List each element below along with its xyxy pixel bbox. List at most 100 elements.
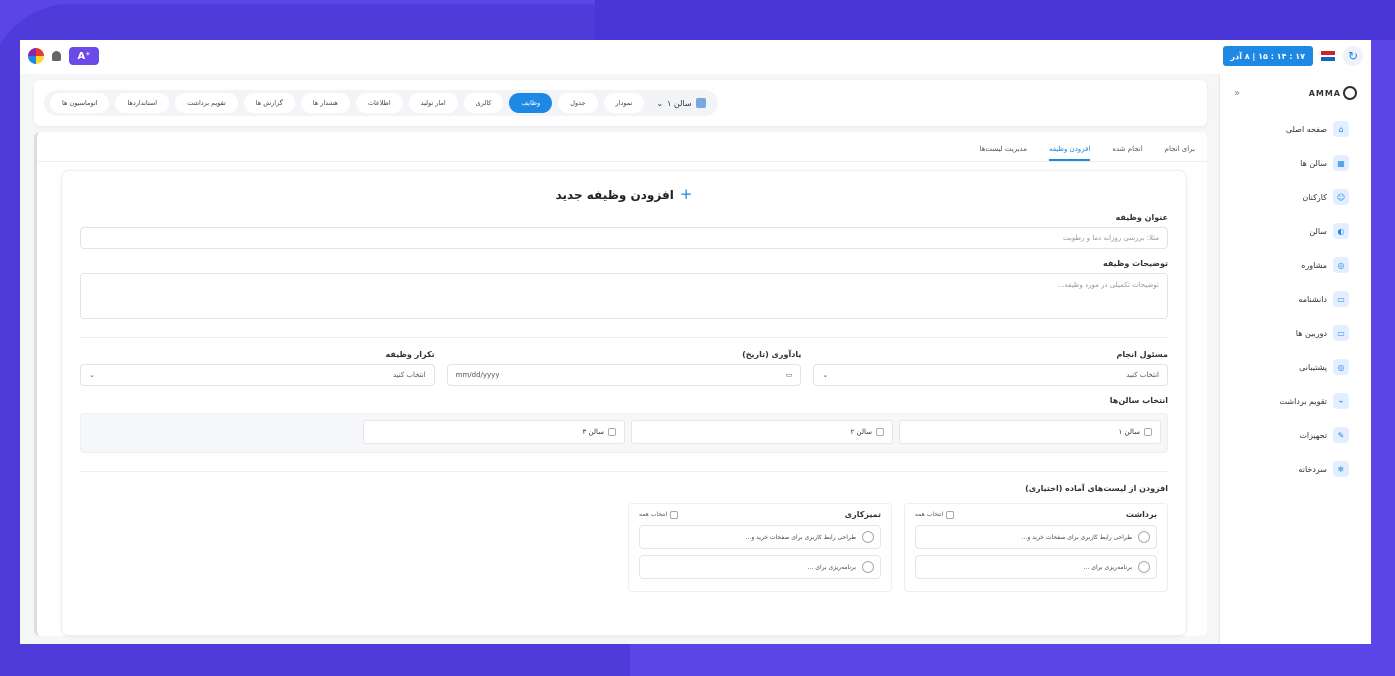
plus-icon: + bbox=[679, 185, 693, 203]
radio-icon[interactable] bbox=[1138, 531, 1150, 543]
list-item[interactable]: طراحی رابط کاربری برای صفحات خرید و... bbox=[639, 525, 881, 549]
nav-tasks[interactable]: وظایف bbox=[509, 93, 553, 113]
preset-list-harvest: برداشت انتخاب همه طراحی رابط کاربری برای… bbox=[904, 503, 1168, 592]
top-bar-left: A⁺ bbox=[28, 47, 99, 65]
list-item-text: برنامه‌ریزی برای ... bbox=[1083, 563, 1132, 571]
camera-icon: ▭ bbox=[1333, 325, 1349, 341]
tab-add-task[interactable]: افزودن وظیفه bbox=[1048, 145, 1091, 161]
brand-logo: AMMA bbox=[1309, 86, 1357, 100]
divider bbox=[80, 337, 1168, 338]
checkbox-icon[interactable] bbox=[946, 510, 955, 519]
sidebar-item-label: مشاوره bbox=[1301, 260, 1327, 270]
responsible-value: انتخاب کنید bbox=[1126, 371, 1159, 379]
checkbox-icon[interactable] bbox=[876, 428, 884, 436]
list-item[interactable]: برنامه‌ریزی برای ... bbox=[915, 555, 1157, 579]
hall-selector[interactable]: سالن ۱ ⌄ bbox=[650, 98, 711, 108]
sidebar-item-knowledge[interactable]: ▭ دانشنامه bbox=[1220, 282, 1371, 316]
list-item[interactable]: برنامه‌ریزی برای ... bbox=[639, 555, 881, 579]
top-bar: A⁺ ۱۷ : ۱۴ : ۱۵ | ۸ آذر ↻ bbox=[20, 40, 1371, 74]
nav-information[interactable]: اطلاعات bbox=[355, 93, 403, 113]
checkbox-icon[interactable] bbox=[1144, 428, 1152, 436]
list-item[interactable]: طراحی رابط کاربری برای صفحات خرید و... bbox=[915, 525, 1157, 549]
radio-icon[interactable] bbox=[1138, 561, 1150, 573]
chevron-down-icon: ⌄ bbox=[88, 371, 95, 379]
sidebar-item-support[interactable]: ◎ پشتیبانی bbox=[1220, 350, 1371, 384]
responsible-field: مسئول انجام انتخاب کنید ⌄ bbox=[813, 350, 1168, 386]
hall-checkbox-3[interactable]: سالن ۳ bbox=[363, 420, 625, 444]
refresh-icon[interactable]: ↻ bbox=[1343, 46, 1363, 66]
nav-automations[interactable]: اتوماسیون ها bbox=[50, 93, 110, 113]
sidebar: AMMA « ⌂ صفحه اصلی ▦ سالن ها ☺ کارکنان ◐ سال… bbox=[1219, 74, 1371, 644]
sidebar-item-staff[interactable]: ☺ کارکنان bbox=[1220, 180, 1371, 214]
sidebar-item-hall[interactable]: ◐ سالن bbox=[1220, 214, 1371, 248]
calendar-icon[interactable]: ▭ bbox=[786, 371, 793, 379]
nav-production-stats[interactable]: امار تولید bbox=[408, 93, 458, 113]
sidebar-item-label: سالن ها bbox=[1300, 158, 1327, 168]
sidebar-item-cameras[interactable]: ▭ دوربین ها bbox=[1220, 316, 1371, 350]
nav-standards[interactable]: استانداردها bbox=[115, 93, 170, 113]
nav-calorie[interactable]: کالری bbox=[463, 93, 504, 113]
chart-pie-icon: ◐ bbox=[1333, 223, 1349, 239]
date-time-display: ۱۷ : ۱۴ : ۱۵ | ۸ آذر bbox=[1222, 46, 1313, 66]
task-description-textarea[interactable]: توضیحات تکمیلی در مورد وظیفه... bbox=[80, 273, 1168, 319]
language-flag-icon[interactable] bbox=[1321, 51, 1335, 61]
nav-chart[interactable]: نمودار bbox=[603, 93, 645, 113]
form-title: + افزودن وظیفه جدید bbox=[80, 185, 1168, 203]
nav-table[interactable]: جدول bbox=[558, 93, 598, 113]
reminder-date-input[interactable]: mm/dd/yyyy ▭ bbox=[446, 364, 802, 386]
form-title-text: افزودن وظیفه جدید bbox=[555, 188, 674, 202]
tab-done[interactable]: انجام شده bbox=[1112, 145, 1142, 161]
sidebar-item-label: دانشنامه bbox=[1298, 294, 1327, 304]
checkbox-icon[interactable] bbox=[608, 428, 616, 436]
repeat-value: انتخاب کنید bbox=[392, 371, 426, 379]
hall-checkbox-2[interactable]: سالن ۲ bbox=[631, 420, 893, 444]
radio-icon[interactable] bbox=[862, 561, 874, 573]
hall-checkbox-1[interactable]: سالن ۱ bbox=[899, 420, 1161, 444]
responsible-select[interactable]: انتخاب کنید ⌄ bbox=[813, 364, 1168, 386]
sidebar-item-label: کارکنان bbox=[1302, 192, 1327, 202]
checkbox-icon[interactable] bbox=[670, 510, 679, 519]
add-task-form: + افزودن وظیفه جدید عنوان وظیفه مثلا: برر… bbox=[61, 170, 1187, 636]
halls-label: انتخاب سالن‌ها bbox=[1109, 396, 1168, 405]
nav-harvest-calendar[interactable]: تقویم برداشت bbox=[175, 93, 238, 113]
radio-icon[interactable] bbox=[862, 531, 874, 543]
hall-selector-value: سالن ۱ bbox=[667, 98, 692, 108]
sidebar-item-label: دوربین ها bbox=[1295, 328, 1327, 338]
bell-icon[interactable] bbox=[52, 51, 61, 61]
preset-lists-label: افزودن از لیست‌های آماده (اختیاری) bbox=[1025, 484, 1168, 493]
sidebar-item-halls[interactable]: ▦ سالن ها bbox=[1220, 146, 1371, 180]
module-nav-group: سالن ۱ ⌄ نمودار جدول وظایف کالری امار تو… bbox=[44, 90, 718, 116]
sidebar-header: AMMA « bbox=[1220, 74, 1371, 112]
consulting-icon: ◎ bbox=[1333, 257, 1349, 273]
nav-alerts[interactable]: هشدار ها bbox=[300, 93, 350, 113]
sidebar-item-label: صفحه اصلی bbox=[1285, 124, 1327, 134]
repeat-select[interactable]: انتخاب کنید ⌄ bbox=[79, 364, 435, 386]
preset-lists: برداشت انتخاب همه طراحی رابط کاربری برای… bbox=[80, 503, 1168, 592]
preset-list-cleaning: تمیزکاری انتخاب همه طراحی رابط کاربری بر… bbox=[628, 503, 892, 592]
task-title-input[interactable]: مثلا: بررسی روزانه دما و رطوبت bbox=[80, 227, 1168, 249]
sidebar-item-harvest-calendar[interactable]: ⌁ تقویم برداشت bbox=[1220, 384, 1371, 418]
app-window: A⁺ ۱۷ : ۱۴ : ۱۵ | ۸ آذر ↻ AMMA « ⌂ صفحه ا… bbox=[20, 40, 1371, 644]
sidebar-item-label: سالن bbox=[1309, 226, 1327, 236]
halls-checkbox-group: سالن ۱ سالن ۲ سالن ۳ bbox=[80, 413, 1168, 453]
main-area: سالن ۱ ⌄ نمودار جدول وظایف کالری امار تو… bbox=[34, 74, 1207, 636]
sidebar-item-home[interactable]: ⌂ صفحه اصلی bbox=[1220, 112, 1371, 146]
collapse-sidebar-icon[interactable]: « bbox=[1234, 88, 1240, 99]
sidebar-item-label: تجهیزات bbox=[1299, 430, 1327, 440]
tab-todo[interactable]: برای انجام bbox=[1165, 145, 1195, 161]
ai-assistant-button[interactable]: A⁺ bbox=[69, 47, 99, 65]
support-icon: ◎ bbox=[1333, 359, 1349, 375]
list-item-text: برنامه‌ریزی برای ... bbox=[807, 563, 856, 571]
divider bbox=[80, 471, 1168, 472]
select-all-checkbox[interactable]: انتخاب همه bbox=[915, 510, 955, 519]
nav-reports[interactable]: گزارش ها bbox=[243, 93, 295, 113]
select-all-checkbox[interactable]: انتخاب همه bbox=[639, 510, 679, 519]
sidebar-item-cold-storage[interactable]: ❄ سردخانه bbox=[1220, 452, 1371, 486]
tab-manage-lists[interactable]: مدیریت لیست‌ها bbox=[980, 145, 1027, 161]
content-panel: برای انجام انجام شده افزودن وظیفه مدیریت… bbox=[34, 132, 1207, 636]
profile-avatar[interactable] bbox=[28, 48, 44, 64]
top-bar-right: ۱۷ : ۱۴ : ۱۵ | ۸ آذر ↻ bbox=[1222, 46, 1363, 66]
sidebar-item-equipment[interactable]: ✎ تجهیزات bbox=[1220, 418, 1371, 452]
sidebar-item-consulting[interactable]: ◎ مشاوره bbox=[1220, 248, 1371, 282]
snowflake-icon: ❄ bbox=[1333, 461, 1349, 477]
